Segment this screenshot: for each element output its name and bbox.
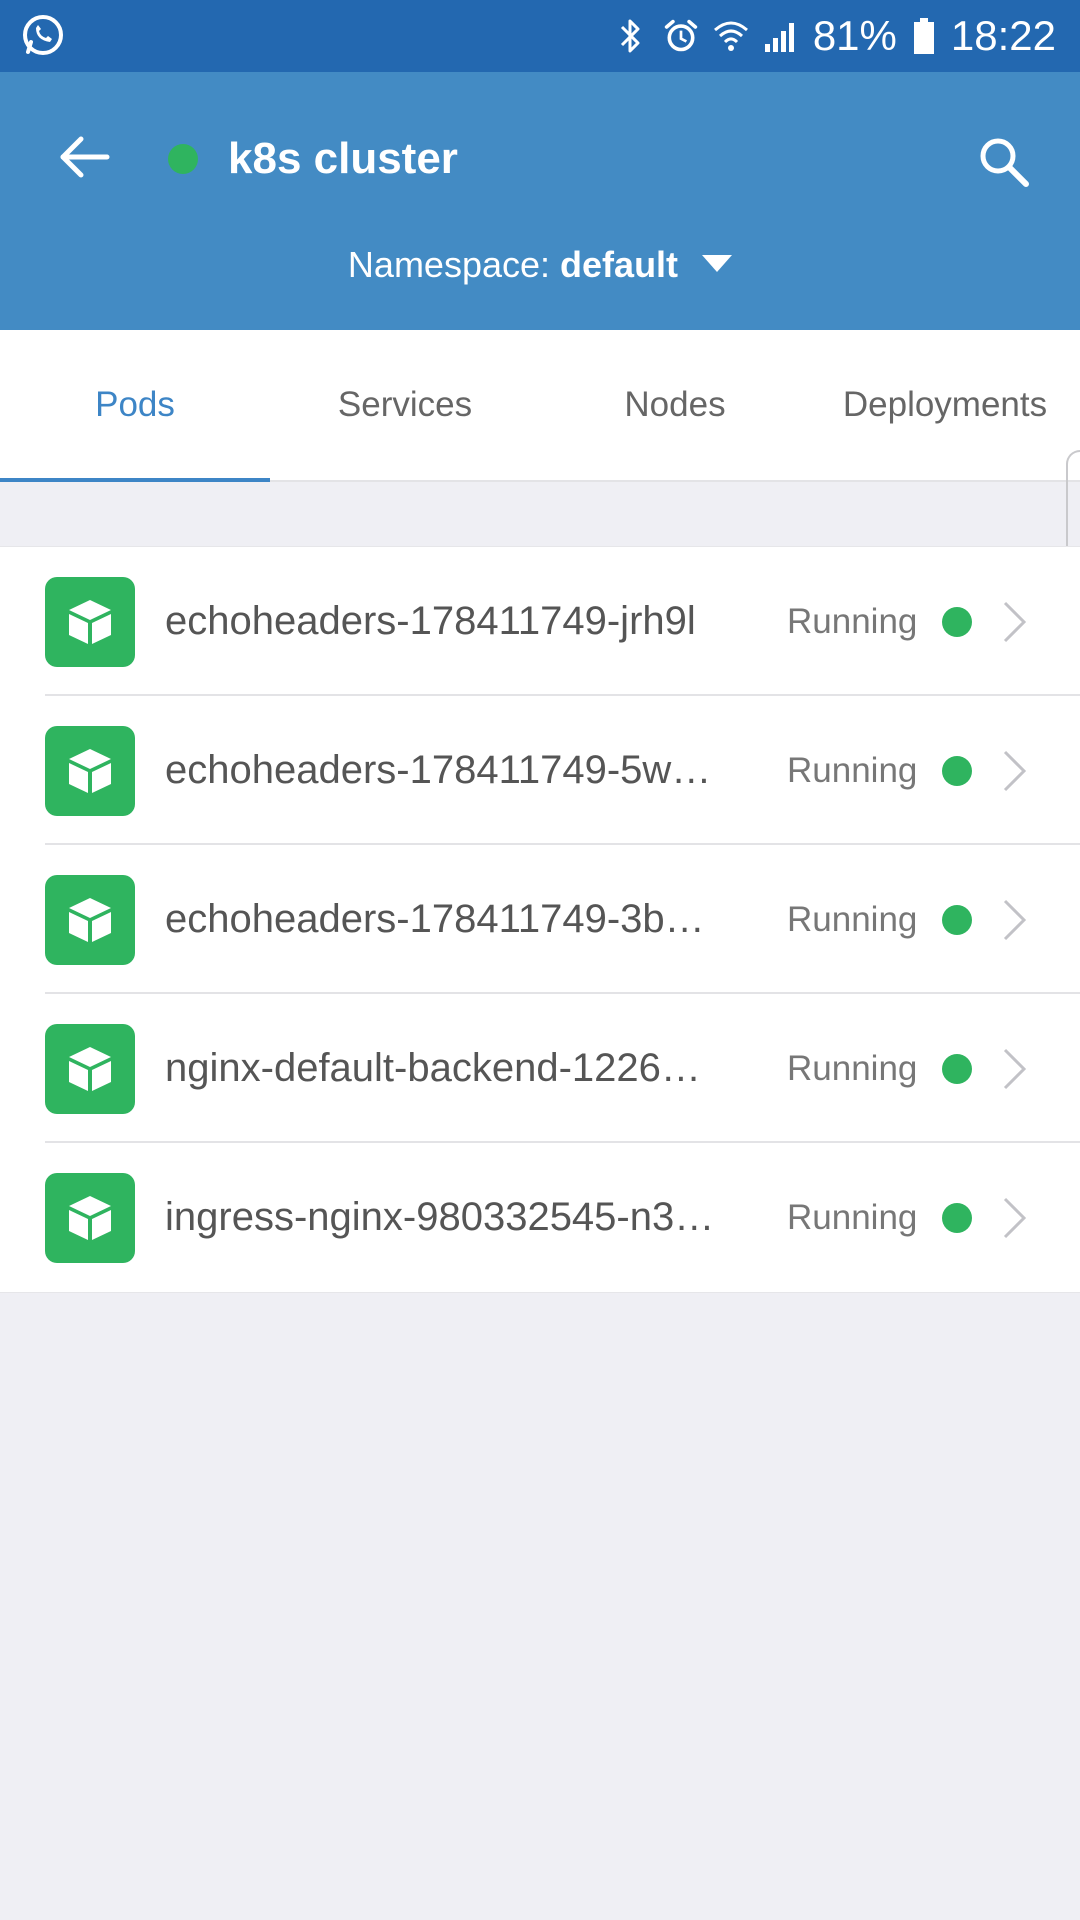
- pod-status: Running: [787, 1048, 918, 1088]
- cube-icon: [45, 725, 135, 816]
- cube-icon: [45, 576, 135, 667]
- pod-status: Running: [787, 750, 918, 790]
- tab-nodes[interactable]: Nodes: [540, 330, 810, 480]
- pod-status: Running: [787, 899, 918, 939]
- cube-icon: [45, 1023, 135, 1114]
- chevron-right-icon: [998, 597, 1032, 647]
- app-bar: k8s cluster Namespace: default: [0, 72, 1080, 330]
- cube-icon: [45, 874, 135, 965]
- search-icon: [980, 138, 1029, 187]
- pod-name: nginx-default-backend-1226…: [165, 1046, 701, 1090]
- app-screen: 81% 18:22 k8s cluster Namespace: default…: [0, 0, 1080, 1920]
- signal-icon: [763, 16, 799, 56]
- clock: 18:22: [950, 12, 1056, 59]
- pod-status: Running: [787, 1197, 918, 1237]
- list-item[interactable]: ingress-nginx-980332545-n3… Running: [0, 1143, 1080, 1292]
- status-dot: [942, 904, 972, 935]
- status-dot: [942, 1053, 972, 1084]
- battery-icon: [911, 16, 937, 56]
- tab-services[interactable]: Services: [270, 330, 540, 480]
- bluetooth-icon: [613, 16, 649, 56]
- tab-deployments[interactable]: Deployments: [810, 330, 1080, 480]
- arrow-left-icon: [60, 136, 110, 178]
- pod-list: echoheaders-178411749-jrh9l Running echo…: [0, 546, 1080, 1293]
- pod-name: ingress-nginx-980332545-n3…: [165, 1195, 715, 1239]
- status-bar: 81% 18:22: [0, 0, 1080, 72]
- tab-pods[interactable]: Pods: [0, 330, 270, 482]
- whatsapp-icon: [20, 12, 66, 58]
- search-button[interactable]: [964, 122, 1044, 202]
- tab-bar: Pods Services Nodes Deployments: [0, 330, 1080, 482]
- wifi-icon: [713, 16, 749, 56]
- status-icons: 81% 18:22: [613, 0, 1056, 72]
- pod-name: echoheaders-178411749-3b…: [165, 897, 705, 941]
- list-item[interactable]: echoheaders-178411749-5w… Running: [0, 696, 1080, 845]
- pod-status: Running: [787, 601, 918, 641]
- page-title: k8s cluster: [228, 134, 458, 183]
- list-item[interactable]: nginx-default-backend-1226… Running: [0, 994, 1080, 1143]
- chevron-right-icon: [998, 1044, 1032, 1094]
- pod-name: echoheaders-178411749-5w…: [165, 748, 712, 792]
- status-dot: [942, 1202, 972, 1233]
- list-item[interactable]: echoheaders-178411749-3b… Running: [0, 845, 1080, 994]
- pod-name: echoheaders-178411749-jrh9l: [165, 599, 696, 643]
- namespace-value: default: [560, 244, 679, 285]
- namespace-label: Namespace:: [347, 244, 551, 285]
- chevron-right-icon: [998, 746, 1032, 796]
- caret-down-icon: [702, 254, 733, 272]
- cube-icon: [45, 1172, 135, 1263]
- status-dot: [942, 606, 972, 637]
- battery-percent: 81%: [812, 12, 897, 59]
- chevron-right-icon: [998, 895, 1032, 945]
- list-item[interactable]: echoheaders-178411749-jrh9l Running: [0, 547, 1080, 696]
- namespace-selector[interactable]: Namespace: default: [0, 240, 1080, 290]
- status-dot: [942, 755, 972, 786]
- connection-status-dot: [168, 144, 198, 174]
- alarm-icon: [663, 16, 699, 56]
- chevron-right-icon: [998, 1193, 1032, 1243]
- back-button[interactable]: [50, 122, 120, 192]
